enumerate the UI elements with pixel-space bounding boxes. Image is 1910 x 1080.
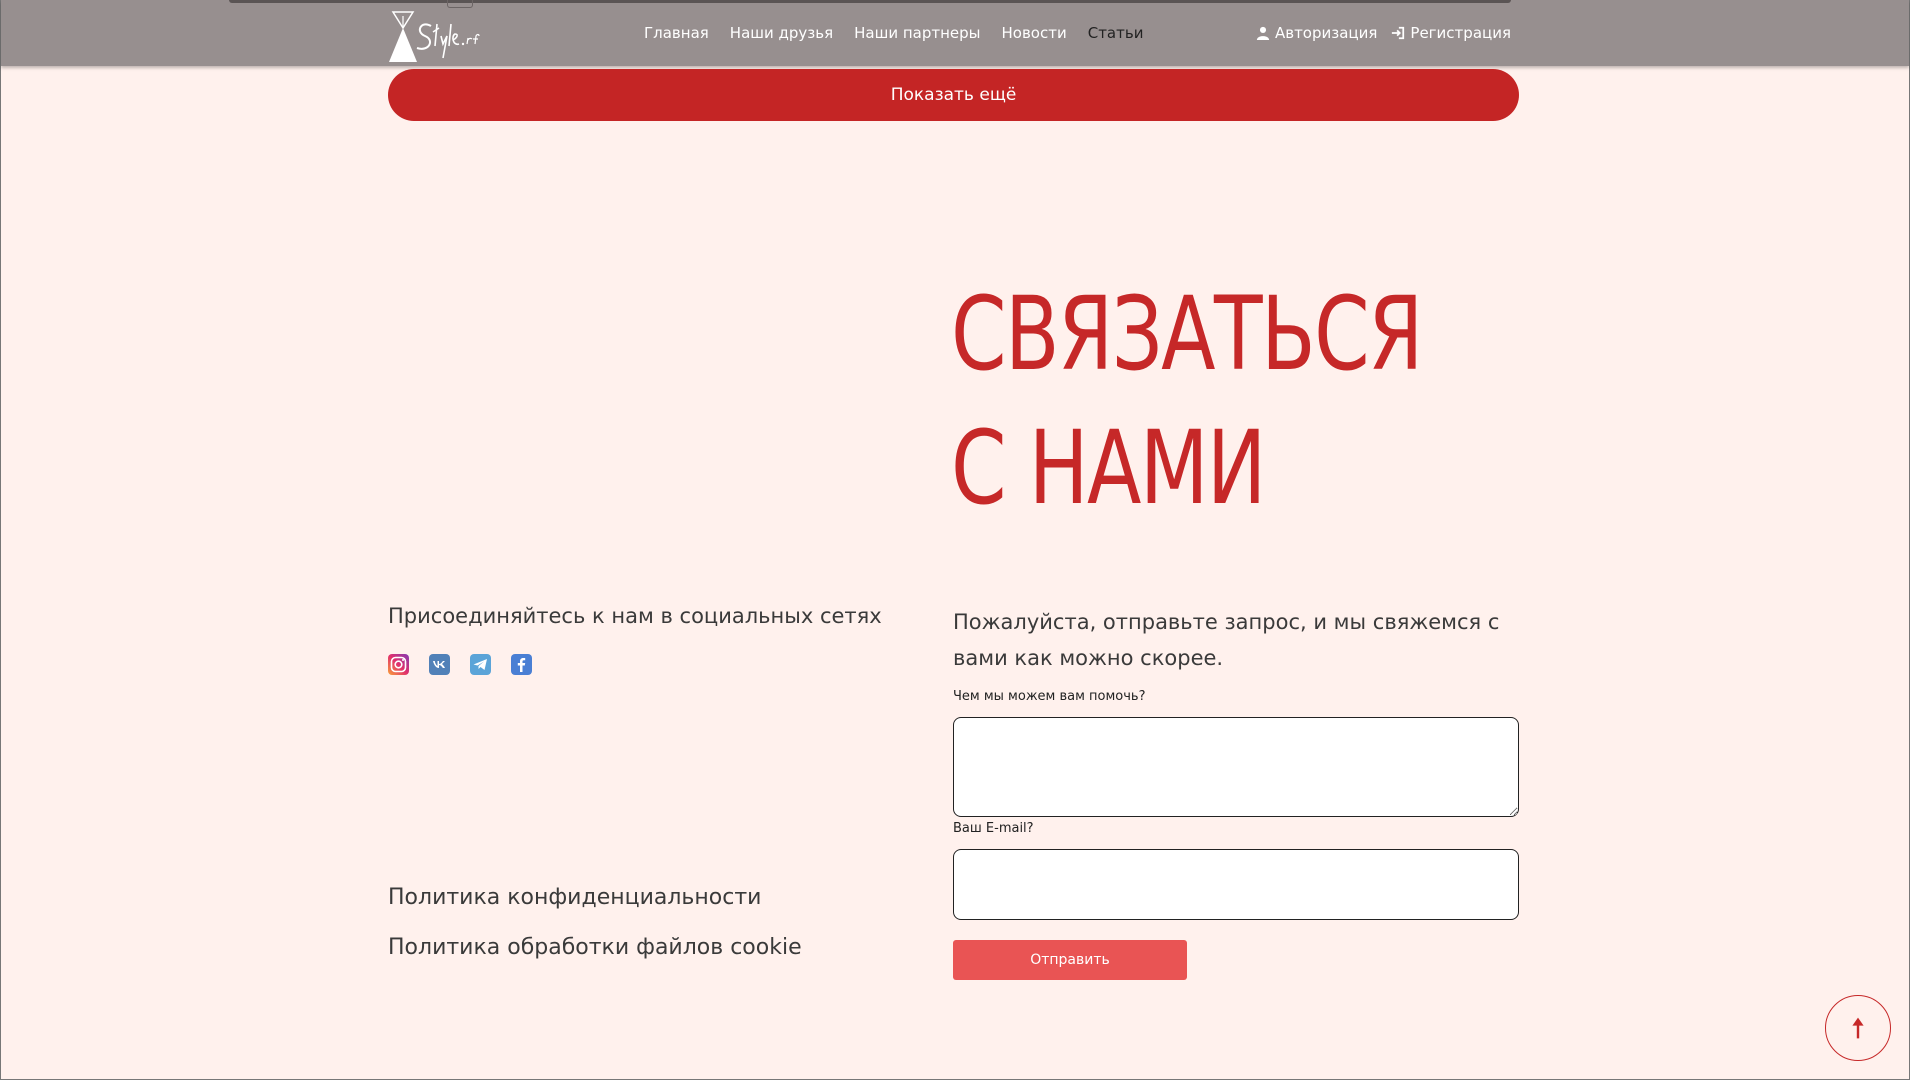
login-label: Авторизация — [1274, 24, 1378, 42]
register-link[interactable]: Регистрация — [1391, 24, 1511, 42]
nav-item-news[interactable]: Новости — [1002, 24, 1067, 42]
contact-title: СВЯЗАТЬСЯ С НАМИ — [951, 268, 1423, 536]
email-field[interactable] — [953, 849, 1519, 920]
show-more-button[interactable]: Показать ещё — [388, 69, 1519, 121]
register-label: Регистрация — [1410, 24, 1511, 42]
nav-item-home[interactable]: Главная — [644, 24, 709, 42]
site-header: Главная Наши друзья Наши партнеры Новост… — [1, 0, 1909, 66]
submit-button[interactable]: Отправить — [953, 940, 1187, 980]
nav-item-friends[interactable]: Наши друзья — [730, 24, 833, 42]
telegram-icon[interactable] — [470, 654, 491, 675]
contact-title-line-1: СВЯЗАТЬСЯ — [951, 275, 1423, 394]
privacy-policy-link[interactable]: Политика конфиденциальности — [388, 885, 761, 910]
nav-item-partners[interactable]: Наши партнеры — [854, 24, 980, 42]
instagram-icon[interactable] — [388, 654, 409, 675]
login-link[interactable]: Авторизация — [1256, 24, 1377, 42]
main-nav: Главная Наши друзья Наши партнеры Новост… — [644, 0, 1143, 66]
sign-in-icon — [1392, 26, 1405, 40]
help-field-label: Чем мы можем вам помочь? — [953, 689, 1146, 704]
logo-image — [389, 11, 480, 62]
auth-links: Авторизация Регистрация — [1256, 0, 1511, 66]
email-field-label: Ваш E-mail? — [953, 821, 1034, 836]
user-icon — [1256, 26, 1270, 40]
vk-icon[interactable] — [429, 654, 450, 675]
nav-item-articles[interactable]: Статьи — [1088, 24, 1144, 42]
social-heading: Присоединяйтесь к нам в социальных сетях — [388, 604, 882, 628]
scroll-to-top-button[interactable] — [1825, 995, 1891, 1061]
facebook-icon[interactable] — [511, 654, 532, 675]
arrow-up-icon — [1852, 1017, 1864, 1039]
help-textarea[interactable] — [953, 717, 1519, 817]
request-intro-text: Пожалуйста, отправьте запрос, и мы свяже… — [953, 610, 1500, 670]
site-logo[interactable] — [387, 2, 491, 62]
social-icons — [388, 654, 532, 675]
contact-title-line-2: С НАМИ — [951, 409, 1266, 528]
cookie-policy-link[interactable]: Политика обработки файлов cookie — [388, 935, 802, 960]
